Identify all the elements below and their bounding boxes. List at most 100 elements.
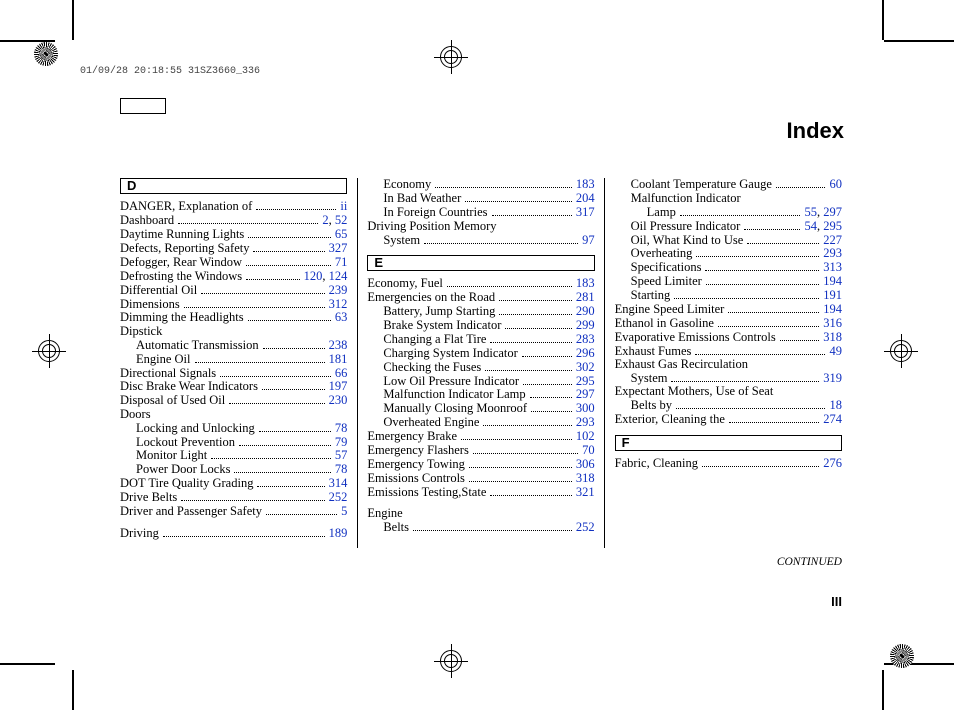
page-link[interactable]: 321 bbox=[576, 485, 595, 499]
page-link[interactable]: 60 bbox=[829, 177, 842, 191]
index-entry: Ethanol in Gasoline316 bbox=[615, 316, 842, 330]
leader-dots bbox=[239, 435, 331, 445]
page-link[interactable]: 54 bbox=[804, 219, 817, 233]
page-link[interactable]: 78 bbox=[335, 421, 348, 435]
page-link[interactable]: 327 bbox=[329, 241, 348, 255]
page-link[interactable]: 276 bbox=[823, 456, 842, 470]
page-link[interactable]: 319 bbox=[823, 371, 842, 385]
page-link[interactable]: 181 bbox=[329, 352, 348, 366]
page-link[interactable]: 274 bbox=[823, 412, 842, 426]
index-entry-label: Exhaust Gas Recirculation bbox=[615, 358, 748, 372]
page-link[interactable]: 52 bbox=[335, 213, 348, 227]
page-link[interactable]: 296 bbox=[576, 346, 595, 360]
index-entry: Disposal of Used Oil230 bbox=[120, 394, 347, 408]
page-link[interactable]: 283 bbox=[576, 332, 595, 346]
index-entry: Speed Limiter194 bbox=[615, 275, 842, 289]
leader-dots bbox=[234, 463, 330, 473]
page-link[interactable]: 197 bbox=[329, 379, 348, 393]
page-link[interactable]: 312 bbox=[329, 297, 348, 311]
page-link[interactable]: 302 bbox=[576, 360, 595, 374]
page-link[interactable]: 183 bbox=[576, 276, 595, 290]
index-entry-label: Specifications bbox=[631, 261, 702, 275]
index-entry-label: System bbox=[631, 372, 668, 386]
page-link[interactable]: 97 bbox=[582, 233, 595, 247]
index-entry: Checking the Fuses302 bbox=[367, 360, 594, 374]
page-link[interactable]: 297 bbox=[576, 387, 595, 401]
index-entry: Oil Pressure Indicator54, 295 bbox=[615, 219, 842, 233]
index-entry: Defects, Reporting Safety327 bbox=[120, 242, 347, 256]
page-link[interactable]: 102 bbox=[576, 429, 595, 443]
index-entry-pages: 314 bbox=[329, 477, 348, 491]
page-link[interactable]: 194 bbox=[823, 302, 842, 316]
index-entry-label: Emergencies on the Road bbox=[367, 291, 495, 305]
page-link[interactable]: 79 bbox=[335, 435, 348, 449]
index-entry: Malfunction Indicator Lamp297 bbox=[367, 388, 594, 402]
page-link[interactable]: 314 bbox=[329, 476, 348, 490]
index-entry: Emergency Brake102 bbox=[367, 430, 594, 444]
leader-dots bbox=[229, 394, 324, 404]
page-link[interactable]: 295 bbox=[823, 219, 842, 233]
page-link[interactable]: 120 bbox=[304, 269, 323, 283]
index-entry: DANGER, Explanation ofii bbox=[120, 200, 347, 214]
index-entry: Automatic Transmission238 bbox=[120, 338, 347, 352]
leader-dots bbox=[671, 372, 819, 382]
leader-dots bbox=[211, 449, 331, 459]
page-link[interactable]: 57 bbox=[335, 448, 348, 462]
page-link[interactable]: 5 bbox=[341, 504, 347, 518]
page-link[interactable]: 295 bbox=[576, 374, 595, 388]
leader-dots bbox=[530, 388, 572, 398]
index-entry-pages: 319 bbox=[823, 372, 842, 386]
page-link[interactable]: 318 bbox=[823, 330, 842, 344]
page-link[interactable]: 306 bbox=[576, 457, 595, 471]
index-entry-pages: 65 bbox=[335, 228, 348, 242]
page-link[interactable]: 252 bbox=[329, 490, 348, 504]
page-link[interactable]: 194 bbox=[823, 274, 842, 288]
page-link[interactable]: 18 bbox=[829, 398, 842, 412]
page-link[interactable]: 230 bbox=[329, 393, 348, 407]
index-entry: Economy, Fuel183 bbox=[367, 277, 594, 291]
page-link[interactable]: 300 bbox=[576, 401, 595, 415]
page-link[interactable]: 66 bbox=[335, 366, 348, 380]
page-link[interactable]: 316 bbox=[823, 316, 842, 330]
page-link[interactable]: 281 bbox=[576, 290, 595, 304]
leader-dots bbox=[728, 303, 819, 313]
page-link[interactable]: 70 bbox=[582, 443, 595, 457]
page-link[interactable]: 63 bbox=[335, 310, 348, 324]
index-entry-pages: 71 bbox=[335, 256, 348, 270]
page-link[interactable]: 293 bbox=[576, 415, 595, 429]
index-entry-label: Evaporative Emissions Controls bbox=[615, 331, 776, 345]
index-entry-label: Driving Position Memory bbox=[367, 220, 496, 234]
index-entry-pages: 239 bbox=[329, 284, 348, 298]
index-letter-heading: E bbox=[367, 255, 594, 271]
page-link[interactable]: 297 bbox=[823, 205, 842, 219]
index-entry: Emergencies on the Road 281 bbox=[367, 291, 594, 305]
page-link[interactable]: 55 bbox=[804, 205, 817, 219]
page-link[interactable]: 293 bbox=[823, 246, 842, 260]
page-link[interactable]: 124 bbox=[329, 269, 348, 283]
page-link[interactable]: 65 bbox=[335, 227, 348, 241]
page-link[interactable]: 78 bbox=[335, 462, 348, 476]
index-entry: Engine Speed Limiter194 bbox=[615, 303, 842, 317]
page-link[interactable]: 290 bbox=[576, 304, 595, 318]
index-entry-label: Malfunction Indicator bbox=[631, 192, 741, 206]
page-link[interactable]: 252 bbox=[576, 520, 595, 534]
index-entry-pages: 300 bbox=[576, 402, 595, 416]
page-link[interactable]: 189 bbox=[329, 526, 348, 540]
page-link[interactable]: 49 bbox=[829, 344, 842, 358]
index-entry: Evaporative Emissions Controls 318 bbox=[615, 330, 842, 344]
page-link[interactable]: 317 bbox=[576, 205, 595, 219]
page-link[interactable]: 183 bbox=[576, 177, 595, 191]
page-link[interactable]: 318 bbox=[576, 471, 595, 485]
index-entry: Monitor Light57 bbox=[120, 449, 347, 463]
page-link[interactable]: ii bbox=[340, 199, 347, 213]
page-link[interactable]: 299 bbox=[576, 318, 595, 332]
page-link[interactable]: 239 bbox=[329, 283, 348, 297]
index-entry: System 319 bbox=[615, 372, 842, 386]
page-link[interactable]: 227 bbox=[823, 233, 842, 247]
index-entry: Exterior, Cleaning the274 bbox=[615, 413, 842, 427]
page-link[interactable]: 204 bbox=[576, 191, 595, 205]
page-link[interactable]: 313 bbox=[823, 260, 842, 274]
page-link[interactable]: 191 bbox=[823, 288, 842, 302]
page-link[interactable]: 71 bbox=[335, 255, 348, 269]
page-link[interactable]: 238 bbox=[329, 338, 348, 352]
